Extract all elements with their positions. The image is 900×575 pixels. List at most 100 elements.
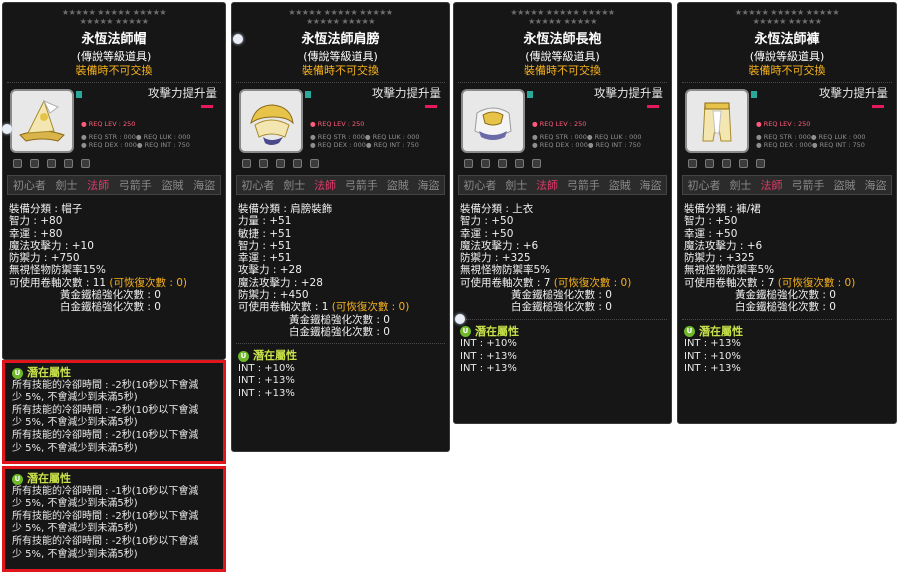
- stat-row: 力量 : +51: [238, 215, 449, 227]
- snow-puff-icon: [2, 124, 12, 134]
- job-archer: 弓箭手: [791, 178, 825, 192]
- stat-value: +10: [71, 239, 94, 252]
- potential-section: U 潛在屬性 INT : +10% INT : +13% INT : +13%: [454, 319, 671, 377]
- trade-icon: [13, 158, 22, 168]
- cut-icon: [30, 158, 39, 168]
- stat-row: 幸運 : +51: [238, 252, 449, 264]
- potential-section: U 潛在屬性 INT : +13% INT : +10% INT : +13%: [678, 319, 896, 377]
- scroll-count: 可使用卷軸次數 : 7: [684, 276, 775, 289]
- job-thief: 盜賊: [161, 178, 184, 192]
- job-archer: 弓箭手: [118, 178, 152, 192]
- req-level: ● REQ LEV : 250: [310, 120, 365, 128]
- star-force-row: ★★★★★ ★★★★★: [79, 17, 149, 26]
- potential-line: 少 5%, 不會減少到未滿5秒): [12, 417, 138, 429]
- potential-icon: U: [684, 326, 695, 338]
- stat-key: 魔法攻擊力 :: [460, 239, 523, 252]
- attack-increase-indicator: [647, 105, 659, 108]
- job-pirate: 海盜: [864, 178, 887, 192]
- scroll-row: 可使用卷軸次數 : 1 (可恢復次數 : 0): [238, 301, 449, 313]
- stat-row: 幸運 : +50: [684, 228, 896, 240]
- item-icon-row: 攻擊力提升量 ● REQ LEV : 250 ● REQ STR : 000● …: [232, 83, 449, 157]
- gold-hammer-row: 黃金鐵槌強化次數 : 0: [511, 289, 612, 302]
- potential-line: INT : +13%: [238, 388, 295, 400]
- stat-key: 裝備分類 :: [684, 203, 737, 215]
- stat-key: 敏捷 :: [238, 227, 270, 240]
- potential-line: 少 5%, 不會減少到未滿5秒): [12, 498, 138, 510]
- trade-restriction: 裝備時不可交換: [748, 64, 826, 77]
- stat-row: 攻擊力 : +28: [238, 264, 449, 276]
- stat-row: 無視怪物防禦率15%: [9, 264, 225, 276]
- potential-line: 所有技能的冷卻時間 : -2秒(10秒以下會減: [12, 404, 199, 416]
- wizard-hat-icon: [10, 89, 74, 153]
- cut-icon: [705, 158, 714, 168]
- item-icon-row: 攻擊力提升量 ● REQ LEV : 250 ● REQ STR : 000● …: [454, 83, 671, 157]
- stat-key: 裝備分類 :: [238, 203, 291, 215]
- trade-restriction: 裝備時不可交換: [75, 64, 153, 77]
- stat-value: +51: [269, 227, 292, 240]
- stat-value: +50: [491, 215, 514, 228]
- attack-increase-label: 攻擊力提升量: [148, 86, 217, 100]
- stat-key: 力量 :: [238, 215, 270, 228]
- potential-line: INT : +13%: [460, 350, 517, 362]
- stat-row: 魔法攻擊力 : +6: [460, 240, 671, 252]
- potential-icon: U: [12, 367, 23, 379]
- attack-increase-label: 攻擊力提升量: [819, 86, 888, 100]
- job-warrior: 劍士: [729, 178, 752, 192]
- stat-value: +51: [269, 215, 292, 228]
- scroll-icon: [515, 158, 524, 168]
- scroll-row: 可使用卷軸次數 : 7 (可恢復次數 : 0): [460, 277, 671, 289]
- potential-line: 所有技能的冷卻時間 : -1秒(10秒以下會減: [12, 485, 199, 497]
- item-name: 永恆法師肩膀: [301, 32, 380, 47]
- stat-value: +51: [269, 252, 292, 265]
- stat-row: 智力 : +50: [460, 215, 671, 227]
- stat-key: 幸運 :: [9, 227, 41, 240]
- req-dex-int: ● REQ DEX : 000● REQ INT : 750: [532, 141, 641, 149]
- trade-icon: [464, 158, 473, 168]
- potential-icon: U: [12, 473, 23, 485]
- req-dex-int: ● REQ DEX : 000● REQ INT : 750: [756, 141, 865, 149]
- job-warrior: 劍士: [283, 178, 306, 192]
- stat-row: 魔法攻擊力 : +28: [238, 277, 449, 289]
- stat-value: 肩膀裝飾: [290, 203, 333, 215]
- job-beginner: 初心者: [463, 178, 497, 192]
- hat-potential-box-1: U 潛在屬性 所有技能的冷卻時間 : -2秒(10秒以下會減 少 5%, 不會減少…: [2, 360, 226, 464]
- stat-row: 防禦力 : +325: [460, 252, 671, 264]
- stat-row: 裝備分類 : 褲/裙: [684, 203, 896, 215]
- star-force-row: ★★★★★ ★★★★★: [528, 17, 597, 26]
- stat-value: +450: [279, 289, 309, 302]
- potential-header: U 潛在屬性: [460, 325, 665, 339]
- star-force-row: ★★★★★ ★★★★★ ★★★★★: [288, 8, 393, 17]
- stat-row: 裝備分類 : 上衣: [460, 203, 671, 215]
- stat-row: 防禦力 : +750: [9, 252, 225, 264]
- stat-row: 無視怪物防禦率5%: [684, 264, 896, 276]
- stat-value: +80: [40, 215, 63, 228]
- job-thief: 盜賊: [608, 178, 631, 192]
- potential-title: 潛在屬性: [27, 472, 71, 485]
- scroll-recover: (可恢復次數 : 0): [109, 276, 188, 289]
- star-force-row: ★★★★★ ★★★★★ ★★★★★: [510, 8, 615, 17]
- job-archer: 弓箭手: [566, 178, 600, 192]
- stat-value: +325: [501, 252, 531, 265]
- stat-value: +50: [715, 215, 738, 228]
- job-beginner: 初心者: [12, 178, 46, 192]
- stat-value: +50: [491, 227, 514, 240]
- stat-row: 魔法攻擊力 : +10: [9, 240, 225, 252]
- stat-key: 智力 :: [238, 239, 270, 252]
- stat-value: +50: [715, 227, 738, 240]
- job-pirate: 海盜: [193, 178, 216, 192]
- shoulder-icon: [239, 89, 303, 153]
- cut-icon: [259, 158, 268, 168]
- potential-line: 少 5%, 不會減少到未滿5秒): [12, 548, 138, 560]
- scroll-recover: (可恢復次數 : 0): [553, 276, 632, 289]
- stats-list: 裝備分類 : 肩膀裝飾 力量 : +51 敏捷 : +51 智力 : +51 幸…: [238, 203, 449, 338]
- attack-increase-label: 攻擊力提升量: [372, 86, 441, 100]
- star-force-row: ★★★★★ ★★★★★: [752, 17, 822, 26]
- stat-key: 幸運 :: [238, 252, 270, 265]
- stat-key: 幸運 :: [460, 227, 492, 240]
- stat-row: 幸運 : +80: [9, 228, 225, 240]
- scroll-recover: (可恢復次數 : 0): [331, 301, 410, 314]
- snow-puff-icon: [455, 314, 465, 324]
- lock-icon: [498, 158, 507, 168]
- item-name: 永恆法師帽: [81, 32, 147, 47]
- stat-key: 防禦力 :: [460, 252, 502, 265]
